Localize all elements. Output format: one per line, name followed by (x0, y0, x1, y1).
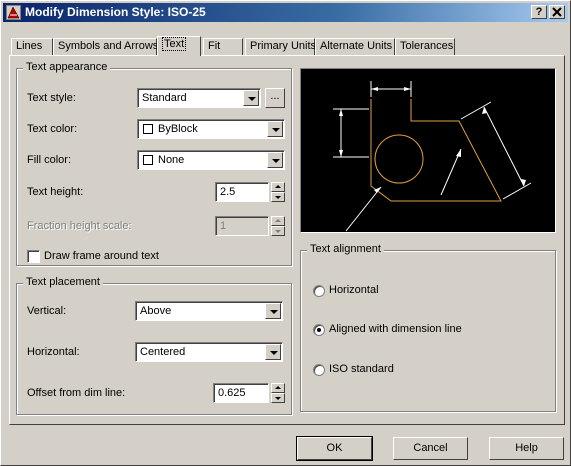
fraction-height-scale-value: 1 (220, 220, 227, 232)
close-icon (552, 7, 562, 17)
text-height-label: Text height: (27, 186, 84, 198)
text-height-spinner[interactable] (271, 182, 285, 202)
cancel-button[interactable]: Cancel (393, 437, 468, 460)
horizontal-dropdown[interactable]: Centered (135, 342, 283, 362)
fraction-height-scale-label: Fraction height scale: (27, 220, 132, 232)
offset-label: Offset from dim line: (27, 387, 126, 399)
spin-down-icon[interactable] (271, 226, 285, 236)
dimension-preview (300, 68, 556, 233)
text-style-label: Text style: (27, 92, 76, 104)
spin-up-icon[interactable] (271, 182, 285, 192)
text-style-browse-button[interactable]: ... (265, 88, 285, 108)
horizontal-value: Centered (140, 346, 186, 358)
tab-tolerances[interactable]: Tolerances (395, 38, 455, 55)
chevron-down-icon[interactable] (265, 344, 281, 360)
text-style-value: Standard (142, 92, 187, 104)
horizontal-alignment-label[interactable]: Horizontal (329, 284, 379, 296)
iso-standard-label[interactable]: ISO standard (329, 363, 394, 375)
text-appearance-group: Text appearance Text style: Standard ...… (16, 61, 292, 266)
chevron-down-icon[interactable] (267, 152, 283, 168)
chevron-down-icon[interactable] (267, 121, 283, 137)
window-title: Modify Dimension Style: ISO-25 (25, 5, 206, 19)
text-tab-panel: Text appearance Text style: Standard ...… (9, 55, 565, 425)
help-button[interactable]: Help (489, 437, 564, 460)
tab-alternate-units[interactable]: Alternate Units (315, 38, 395, 55)
close-button[interactable] (549, 5, 565, 19)
preview-dimensions (333, 81, 532, 232)
tab-text[interactable]: Text (157, 36, 201, 56)
horizontal-label: Horizontal: (27, 346, 80, 358)
draw-frame-checkbox[interactable] (27, 250, 40, 263)
text-color-label: Text color: (27, 123, 78, 135)
text-appearance-title: Text appearance (23, 61, 111, 73)
text-height-value: 2.5 (220, 186, 236, 198)
text-alignment-group: Text alignment Horizontal Aligned with d… (300, 243, 556, 412)
aligned-radio[interactable] (313, 324, 325, 336)
autocad-app-icon (6, 5, 21, 20)
preview-arrowheads (339, 87, 526, 193)
chevron-down-icon[interactable] (243, 90, 259, 106)
fill-color-swatch (143, 155, 153, 165)
fill-color-label: Fill color: (27, 154, 72, 166)
vertical-label: Vertical: (27, 305, 67, 317)
offset-spinner[interactable] (271, 383, 285, 403)
dialog-window: Modify Dimension Style: ISO-25 ? Lines S… (0, 0, 571, 466)
text-style-dropdown[interactable]: Standard (137, 88, 261, 108)
text-color-value: ByBlock (158, 123, 198, 135)
title-bar[interactable]: Modify Dimension Style: ISO-25 ? (3, 3, 568, 22)
offset-value: 0.625 (218, 387, 246, 399)
text-placement-title: Text placement (23, 276, 103, 288)
spin-up-icon[interactable] (271, 216, 285, 226)
fill-color-value: None (158, 154, 185, 166)
text-height-input[interactable]: 2.5 (215, 182, 269, 202)
vertical-value: Above (140, 305, 172, 317)
fill-color-dropdown[interactable]: None (137, 150, 285, 170)
text-alignment-title: Text alignment (307, 243, 384, 255)
chevron-down-icon[interactable] (265, 303, 281, 319)
fraction-height-scale-spinner[interactable] (271, 216, 285, 236)
preview-drawing (333, 81, 532, 232)
preview-geometry (370, 99, 502, 202)
spin-down-icon[interactable] (271, 192, 285, 202)
vertical-dropdown[interactable]: Above (135, 301, 283, 321)
offset-input[interactable]: 0.625 (213, 383, 269, 403)
aligned-alignment-label[interactable]: Aligned with dimension line (329, 323, 462, 335)
iso-standard-radio[interactable] (313, 364, 325, 376)
tab-lines[interactable]: Lines (11, 38, 53, 55)
tab-primary-units[interactable]: Primary Units (245, 38, 316, 55)
draw-frame-label[interactable]: Draw frame around text (44, 250, 159, 262)
spin-down-icon[interactable] (271, 393, 285, 403)
ok-button[interactable]: OK (296, 436, 373, 461)
tab-fit[interactable]: Fit (203, 38, 243, 55)
text-placement-group: Text placement Vertical: Above Horizonta… (16, 276, 292, 415)
fraction-height-scale-input[interactable]: 1 (215, 216, 269, 236)
horizontal-radio[interactable] (313, 285, 325, 297)
spin-up-icon[interactable] (271, 383, 285, 393)
context-help-button[interactable]: ? (531, 5, 547, 19)
text-color-dropdown[interactable]: ByBlock (137, 119, 285, 139)
tab-symbols-and-arrows[interactable]: Symbols and Arrows (53, 38, 158, 55)
text-color-swatch (143, 124, 153, 134)
